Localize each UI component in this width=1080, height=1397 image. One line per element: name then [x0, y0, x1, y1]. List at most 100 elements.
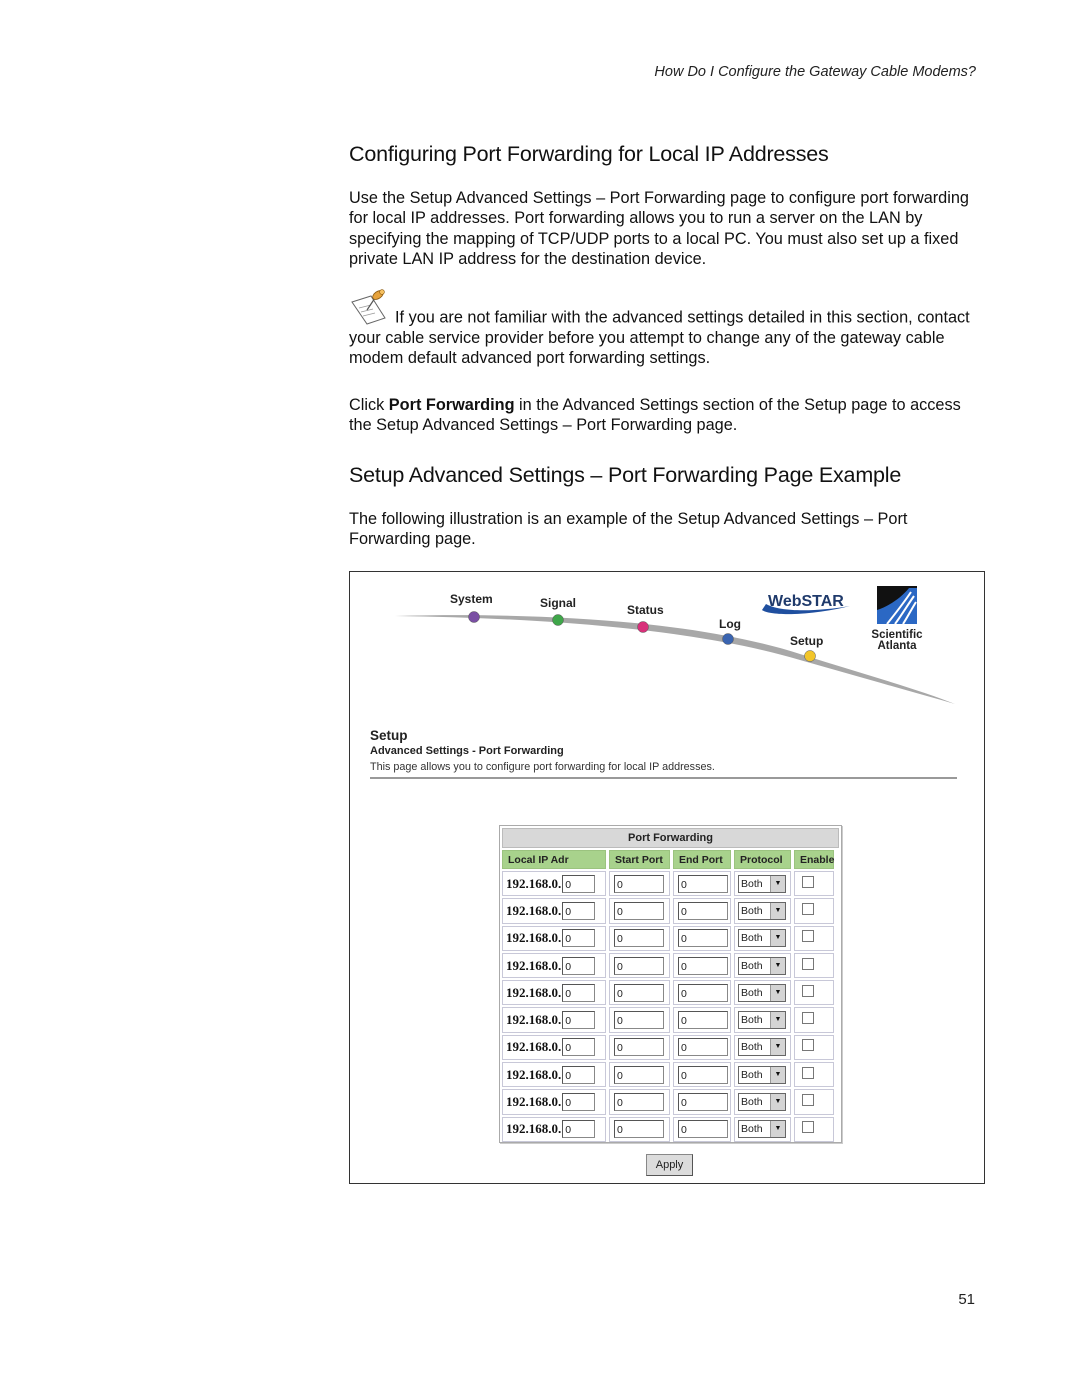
setup-description: This page allows you to configure port f… — [370, 761, 715, 773]
scientific-atlanta-text: Scientific Atlanta — [871, 629, 923, 652]
ip-prefix: 192.168.0. — [506, 875, 562, 891]
end-port-input[interactable]: 0 — [678, 1065, 728, 1084]
chevron-down-icon[interactable]: ▼ — [770, 984, 785, 1001]
ip-last-octet-input[interactable]: 0 — [562, 956, 596, 975]
ip-prefix: 192.168.0. — [506, 984, 562, 1000]
ip-last-octet-input[interactable]: 0 — [562, 1065, 596, 1084]
protocol-value: Both — [741, 904, 763, 917]
ip-last-octet-input[interactable]: 0 — [562, 874, 596, 893]
protocol-value: Both — [741, 1123, 763, 1136]
chevron-down-icon[interactable]: ▼ — [770, 1039, 785, 1056]
local-ip-cell: 192.168.0. 0 — [502, 898, 606, 924]
protocol-cell: Both ▼ — [734, 1116, 791, 1142]
ip-last-octet-input[interactable]: 0 — [562, 901, 596, 920]
end-port-input[interactable]: 0 — [678, 1011, 728, 1030]
start-port-input[interactable]: 0 — [614, 1038, 664, 1057]
ip-prefix: 192.168.0. — [506, 902, 562, 918]
end-port-cell: 0 — [673, 952, 731, 979]
start-port-cell: 0 — [609, 1062, 670, 1088]
end-port-input[interactable]: 0 — [678, 1120, 728, 1139]
end-port-cell: 0 — [673, 980, 731, 1006]
nav-dot-status[interactable] — [637, 621, 649, 633]
enable-checkbox[interactable] — [802, 1066, 814, 1079]
section-heading-example: Setup Advanced Settings – Port Forwardin… — [349, 463, 902, 487]
protocol-select[interactable]: Both ▼ — [738, 1011, 786, 1030]
enable-checkbox[interactable] — [802, 1039, 814, 1052]
enable-checkbox[interactable] — [802, 1094, 814, 1107]
local-ip-cell: 192.168.0. 0 — [502, 1007, 606, 1033]
ip-last-octet-input[interactable]: 0 — [562, 1120, 596, 1139]
end-port-input[interactable]: 0 — [678, 874, 728, 893]
enable-checkbox[interactable] — [802, 902, 814, 915]
local-ip-cell: 192.168.0. 0 — [502, 1034, 606, 1061]
ip-last-octet-input[interactable]: 0 — [562, 983, 596, 1002]
enable-checkbox[interactable] — [802, 930, 814, 943]
end-port-input[interactable]: 0 — [678, 1038, 728, 1057]
protocol-select[interactable]: Both ▼ — [738, 1065, 786, 1084]
apply-button[interactable]: Apply — [646, 1154, 693, 1176]
chevron-down-icon[interactable]: ▼ — [770, 1066, 785, 1083]
example-paragraph: The following illustration is an example… — [349, 510, 908, 549]
protocol-select[interactable]: Both ▼ — [738, 983, 786, 1002]
protocol-value: Both — [741, 1096, 763, 1109]
protocol-select[interactable]: Both ▼ — [738, 956, 786, 975]
protocol-cell: Both ▼ — [734, 871, 791, 897]
ip-last-octet-input[interactable]: 0 — [562, 1093, 596, 1112]
start-port-input[interactable]: 0 — [614, 929, 664, 948]
protocol-select[interactable]: Both ▼ — [738, 874, 786, 893]
end-port-cell: 0 — [673, 1062, 731, 1088]
scientific-atlanta-logo — [877, 586, 917, 624]
end-port-input[interactable]: 0 — [678, 983, 728, 1002]
start-port-input[interactable]: 0 — [614, 874, 664, 893]
protocol-select[interactable]: Both ▼ — [738, 1038, 786, 1057]
chevron-down-icon[interactable]: ▼ — [770, 930, 785, 947]
end-port-input[interactable]: 0 — [678, 929, 728, 948]
chevron-down-icon[interactable]: ▼ — [770, 957, 785, 974]
ip-last-octet-input[interactable]: 0 — [562, 1038, 596, 1057]
ip-last-octet-input[interactable]: 0 — [562, 929, 596, 948]
end-port-input[interactable]: 0 — [678, 901, 728, 920]
protocol-select[interactable]: Both ▼ — [738, 929, 786, 948]
start-port-input[interactable]: 0 — [614, 956, 664, 975]
chevron-down-icon[interactable]: ▼ — [770, 875, 785, 892]
nav-item-system[interactable]: System — [450, 592, 493, 606]
enable-checkbox[interactable] — [802, 957, 814, 970]
nav-item-setup[interactable]: Setup — [790, 634, 823, 648]
enable-checkbox[interactable] — [802, 1121, 814, 1134]
chevron-down-icon[interactable]: ▼ — [770, 1094, 785, 1111]
start-port-input[interactable]: 0 — [614, 901, 664, 920]
nav-item-signal[interactable]: Signal — [540, 596, 576, 610]
enable-checkbox[interactable] — [802, 1012, 814, 1025]
ip-last-octet-input[interactable]: 0 — [562, 1011, 596, 1030]
chevron-down-icon[interactable]: ▼ — [770, 902, 785, 919]
enable-cell — [794, 1089, 834, 1115]
start-port-input[interactable]: 0 — [614, 1011, 664, 1030]
protocol-select[interactable]: Both ▼ — [738, 1093, 786, 1112]
table-caption: Port Forwarding — [502, 828, 839, 848]
start-port-input[interactable]: 0 — [614, 1093, 664, 1112]
chevron-down-icon[interactable]: ▼ — [770, 1012, 785, 1029]
enable-checkbox[interactable] — [802, 984, 814, 997]
local-ip-cell: 192.168.0. 0 — [502, 871, 606, 897]
nav-dot-setup[interactable] — [804, 650, 816, 662]
start-port-input[interactable]: 0 — [614, 1120, 664, 1139]
table-row: 192.168.0. 0 0 0 Both ▼ — [502, 925, 839, 951]
page-number: 51 — [958, 1291, 975, 1308]
end-port-input[interactable]: 0 — [678, 1093, 728, 1112]
start-port-input[interactable]: 0 — [614, 1065, 664, 1084]
table-row: 192.168.0. 0 0 0 Both ▼ — [502, 1089, 839, 1115]
nav-item-log[interactable]: Log — [719, 617, 741, 631]
nav-dot-system[interactable] — [468, 611, 480, 623]
protocol-select[interactable]: Both ▼ — [738, 901, 786, 920]
start-port-input[interactable]: 0 — [614, 983, 664, 1002]
nav-dot-signal[interactable] — [552, 614, 564, 626]
enable-cell — [794, 980, 834, 1006]
enable-cell — [794, 1034, 834, 1061]
protocol-select[interactable]: Both ▼ — [738, 1120, 786, 1139]
nav-dot-log[interactable] — [722, 633, 734, 645]
chevron-down-icon[interactable]: ▼ — [770, 1121, 785, 1138]
start-port-cell: 0 — [609, 1007, 670, 1033]
end-port-input[interactable]: 0 — [678, 956, 728, 975]
enable-checkbox[interactable] — [802, 875, 814, 888]
nav-item-status[interactable]: Status — [627, 603, 664, 617]
